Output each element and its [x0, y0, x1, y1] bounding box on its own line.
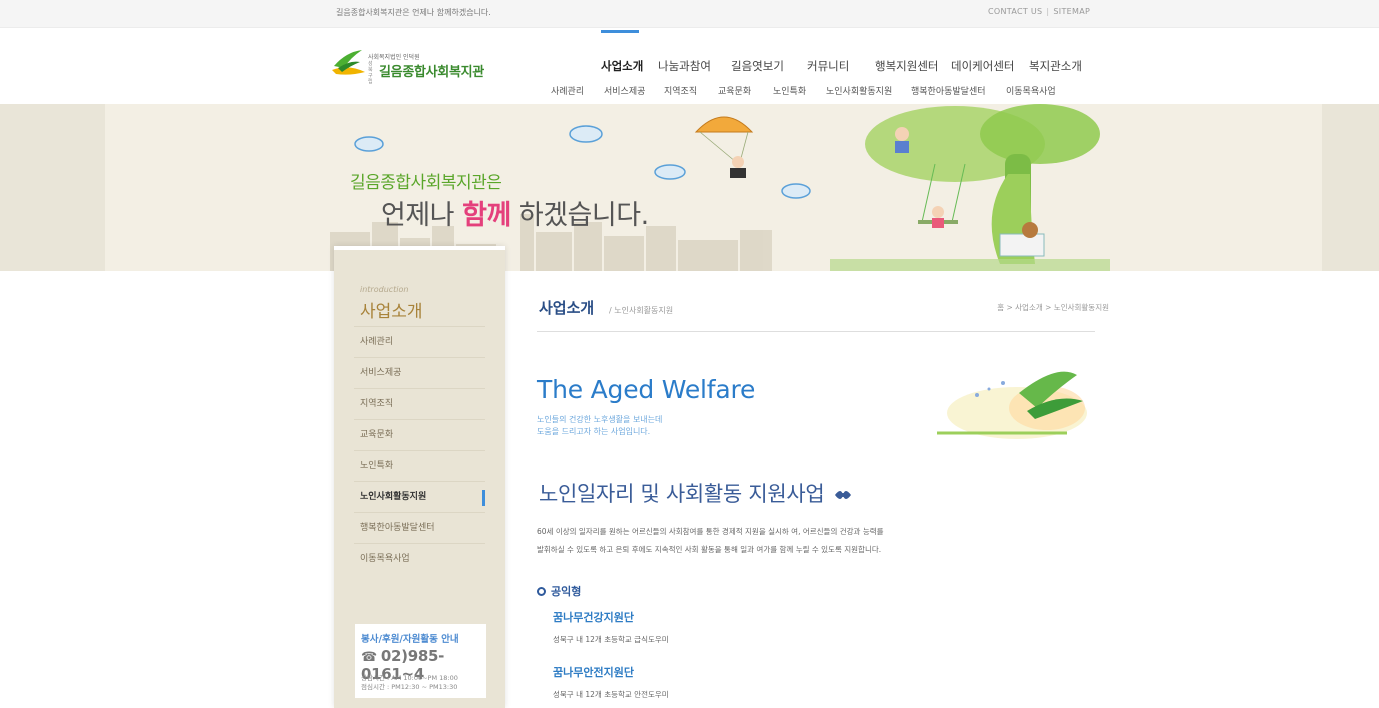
logo-name: 길음종합사회복지관 — [379, 65, 484, 80]
volunteer-contact-box: 봉사/후원/자원활동 안내 ☎ 02)985-0161~4 상담시간 : AM 1… — [355, 624, 486, 698]
lnb-menu: 사례관리 서비스제공 지역조직 교육문화 노인특화 노인사회활동지원 행복한아동… — [354, 326, 485, 574]
leaf-logo-icon — [332, 50, 365, 75]
active-nav-indicator — [601, 30, 639, 33]
aged-welfare-title: The Aged Welfare — [537, 375, 756, 404]
page-title: 사업소개 — [539, 299, 595, 317]
page-subtitle: / 노인사회활동지원 — [609, 306, 674, 315]
main-content: 사업소개 / 노인사회활동지원 홈 > 사업소개 > 노인사회활동지원 The … — [537, 271, 1109, 708]
leaf-decoration-image — [937, 371, 1087, 439]
lnb-title: 사업소개 — [360, 302, 423, 322]
banner-slogan-b: 하겠습니다. — [510, 200, 649, 231]
program-2-desc: 성북구 내 12개 초등학교 안전도우미 — [553, 690, 669, 699]
lunch-hours: 점심시간 : PM12:30 ~ PM13:30 — [361, 683, 458, 691]
subnav-senior[interactable]: 노인특화 — [773, 84, 806, 97]
lnb-item-service[interactable]: 서비스제공 — [354, 357, 485, 388]
top-slogan: 길음종합사회복지관은 언제나 함께하겠습니다. — [336, 8, 491, 17]
program-description-1: 60세 이상의 일자리를 원하는 어르신들의 사회참여를 통한 경제적 지원을 … — [537, 527, 884, 536]
banner-title: 길음종합사회복지관은 — [350, 173, 502, 193]
aged-welfare-desc-1: 노인들의 건강한 노후생활을 보내는데 — [537, 415, 663, 424]
left-navigation: introduction 사업소개 사례관리 서비스제공 지역조직 교육문화 노… — [334, 246, 505, 708]
volunteer-contact-title: 봉사/후원/자원활동 안내 — [361, 634, 459, 645]
main-banner: 길음종합사회복지관은 언제나 함께 하겠습니다. — [0, 104, 1379, 271]
sitemap-link[interactable]: SITEMAP — [1053, 7, 1090, 16]
nav-item-business[interactable]: 사업소개 — [601, 58, 643, 74]
contact-us-link[interactable]: CONTACT US — [988, 7, 1042, 16]
lnb-item-case-management[interactable]: 사례관리 — [354, 326, 485, 357]
nav-item-participation[interactable]: 나눔과참여 — [658, 58, 711, 74]
banner-slogan-highlight: 함께 — [462, 200, 511, 231]
nav-item-about[interactable]: 복지관소개 — [1029, 58, 1082, 74]
program-2-title: 꿈나무안전지원단 — [553, 666, 634, 679]
section-public-type-label: 공익형 — [551, 585, 582, 598]
subnav-case-management[interactable]: 사례관리 — [551, 84, 584, 97]
nav-item-happy-center[interactable]: 행복지원센터 — [875, 58, 938, 74]
breadcrumb: 홈 > 사업소개 > 노인사회활동지원 — [997, 303, 1109, 312]
lnb-item-mobile-bath[interactable]: 이동목욕사업 — [354, 543, 485, 574]
subnav-education[interactable]: 교육문화 — [718, 84, 751, 97]
logo-district-text: 성북 구립 — [368, 61, 373, 85]
program-1-desc: 성북구 내 12개 초등학교 급식도우미 — [553, 635, 669, 644]
lnb-intro-label: introduction — [360, 285, 409, 294]
logo-foundation-text: 사회복지법인 인덕원 — [368, 54, 420, 61]
lnb-item-senior-activity[interactable]: 노인사회활동지원 — [354, 481, 485, 512]
lnb-item-senior-activity-label: 노인사회활동지원 — [360, 492, 427, 502]
site-header: 사회복지법인 인덕원 성북 구립 길음종합사회복지관 사업소개 나눔과참여 길음… — [0, 28, 1379, 104]
subnav-service[interactable]: 서비스제공 — [604, 84, 645, 97]
program-heading-text: 노인일자리 및 사회활동 지원사업 — [539, 482, 825, 506]
ring-bullet-icon — [537, 587, 546, 596]
nav-item-daycare-center[interactable]: 데이케어센터 — [951, 58, 1014, 74]
nav-item-community[interactable]: 커뮤니티 — [807, 58, 849, 74]
active-item-marker — [482, 490, 485, 506]
subnav-community-org[interactable]: 지역조직 — [664, 84, 697, 97]
program-1-title: 꿈나무건강지원단 — [553, 611, 634, 624]
title-divider — [537, 331, 1095, 332]
site-logo[interactable]: 사회복지법인 인덕원 성북 구립 길음종합사회복지관 — [332, 48, 502, 85]
section-public-type: 공익형 — [537, 583, 581, 599]
bow-icon — [834, 491, 851, 499]
lnb-item-education[interactable]: 교육문화 — [354, 419, 485, 450]
lnb-item-community-org[interactable]: 지역조직 — [354, 388, 485, 419]
aged-welfare-desc-2: 도움을 드리고자 하는 사업입니다. — [537, 427, 651, 436]
utility-separator: | — [1046, 7, 1050, 16]
program-heading: 노인일자리 및 사회활동 지원사업 — [539, 478, 853, 508]
lnb-item-senior[interactable]: 노인특화 — [354, 450, 485, 481]
subnav-mobile-bath[interactable]: 이동목욕사업 — [1006, 84, 1056, 97]
subnav-child-center[interactable]: 행복한아동발달센터 — [911, 84, 986, 97]
subnav-senior-activity[interactable]: 노인사회활동지원 — [826, 84, 892, 97]
lnb-item-child-center[interactable]: 행복한아동발달센터 — [354, 512, 485, 543]
banner-slogan: 언제나 함께 하겠습니다. — [381, 193, 649, 232]
nav-item-preview[interactable]: 길음엿보기 — [731, 58, 784, 74]
program-description-2: 발휘하실 수 있도록 하고 은퇴 후에도 지속적인 사회 활동을 통해 일과 여… — [537, 545, 882, 554]
top-utility-bar: 길음종합사회복지관은 언제나 함께하겠습니다. CONTACT US | SITEM… — [0, 0, 1379, 28]
banner-slogan-a: 언제나 — [381, 200, 463, 231]
banner-illustration — [330, 104, 1110, 271]
utility-links: CONTACT US | SITEMAP — [988, 7, 1090, 16]
phone-icon: ☎ — [361, 650, 377, 665]
